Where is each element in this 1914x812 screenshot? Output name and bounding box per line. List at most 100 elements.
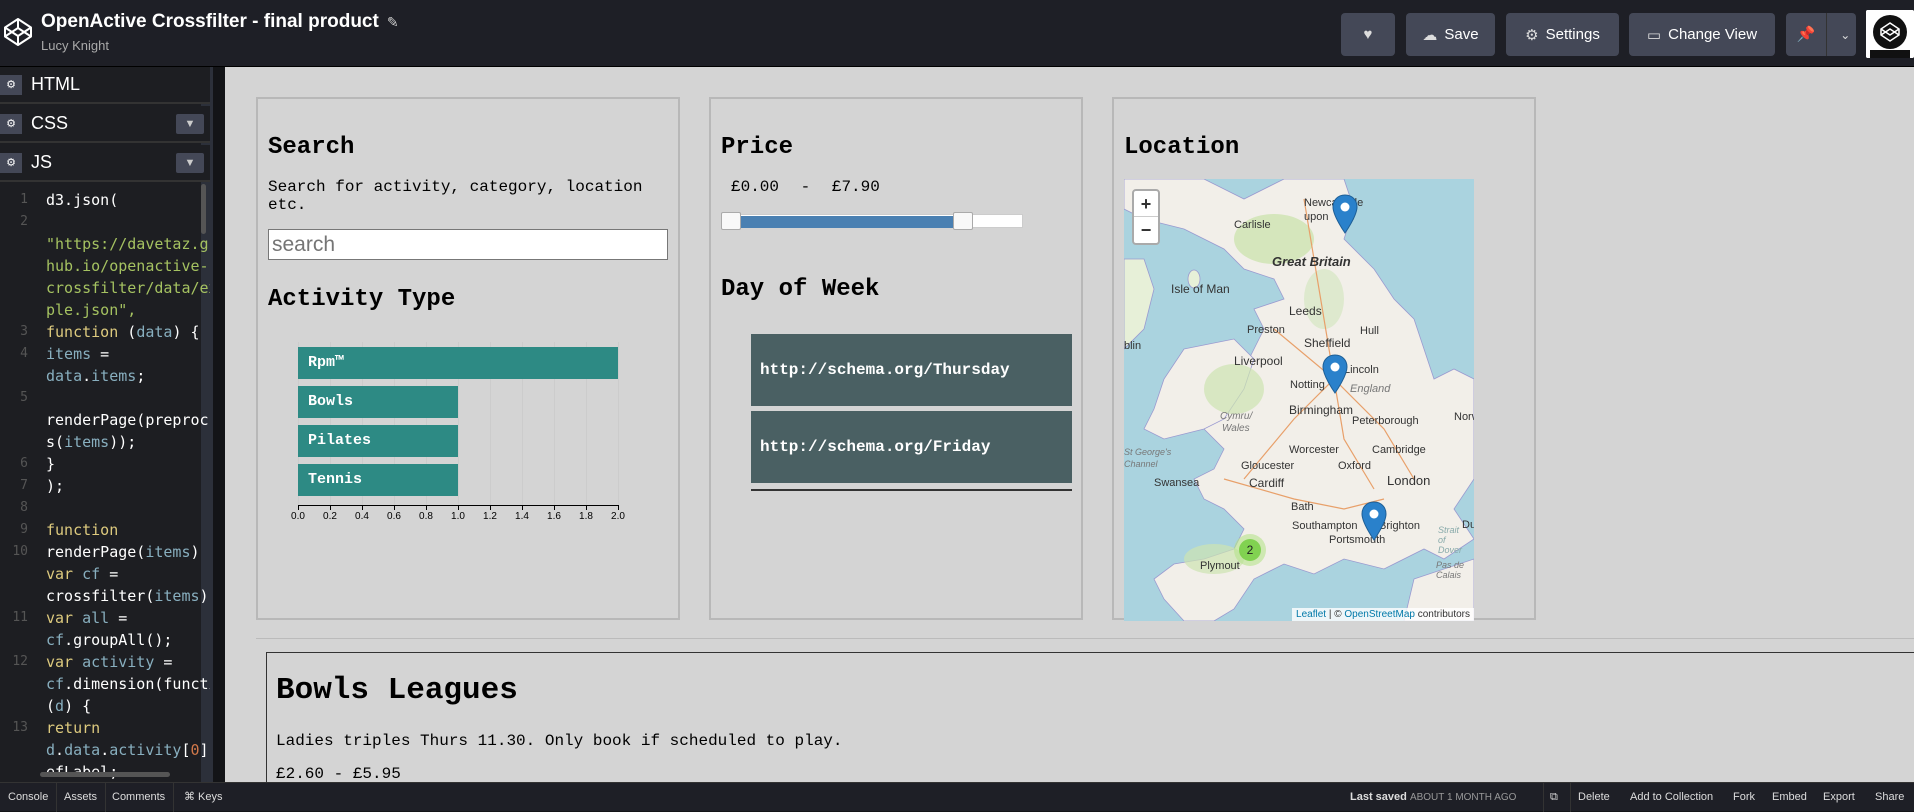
- chevron-down-icon[interactable]: ⌄: [1834, 28, 1856, 42]
- code-text: }: [46, 455, 56, 473]
- price-slider-min-handle[interactable]: [721, 212, 741, 230]
- zoom-in-button[interactable]: +: [1134, 191, 1158, 217]
- code-text: data.items;: [46, 367, 146, 385]
- bottom-bar: Console Assets Comments ⌘ Keys Last save…: [0, 782, 1914, 812]
- zoom-out-button[interactable]: −: [1134, 217, 1158, 243]
- js-settings-icon[interactable]: ⚙: [0, 152, 22, 173]
- html-panel-header[interactable]: ⚙ HTML: [0, 67, 210, 104]
- activity-bar[interactable]: Pilates: [298, 425, 458, 457]
- code-text: function (data) {: [46, 323, 200, 341]
- code-text: cf.dimension(functi: [46, 675, 210, 693]
- search-card: Search Search for activity, category, lo…: [256, 97, 680, 620]
- location-heading: Location: [1124, 134, 1240, 161]
- keys-button[interactable]: ⌘ Keys: [176, 783, 231, 812]
- label-gloucester: Gloucester: [1241, 460, 1295, 472]
- comments-button[interactable]: Comments: [104, 783, 175, 812]
- price-min: £0.00: [731, 178, 780, 196]
- change-view-button[interactable]: ▭ Change View: [1629, 13, 1775, 56]
- share-button[interactable]: Share: [1875, 783, 1904, 812]
- code-text: var all =: [46, 609, 128, 627]
- pin-menu-button[interactable]: 📌 ⌄: [1786, 13, 1856, 56]
- code-text: ple.json",: [46, 301, 137, 319]
- label-lincoln: Lincoln: [1344, 364, 1379, 376]
- user-avatar[interactable]: [1866, 10, 1914, 58]
- save-button[interactable]: ☁ Save: [1406, 13, 1495, 56]
- price-max: £7.90: [831, 178, 880, 196]
- js-chevron-down-icon[interactable]: ▼: [176, 153, 204, 173]
- js-panel-header[interactable]: ⚙ JS ▼: [0, 145, 210, 182]
- line-number: 10: [12, 544, 28, 559]
- pin-icon[interactable]: 📌: [1786, 13, 1828, 56]
- last-saved: Last saved ABOUT 1 MONTH AGO: [1350, 783, 1516, 812]
- pen-author[interactable]: Lucy Knight: [41, 38, 109, 53]
- location-card: Location Newca tle upon Carlisle Great B…: [1112, 97, 1536, 621]
- external-link-icon[interactable]: ⧉: [1550, 783, 1558, 812]
- js-code-area[interactable]: 1 d3.json(2 "https://davetaz.g hub.io/open…: [0, 185, 210, 782]
- settings-button[interactable]: ⚙ Settings: [1506, 13, 1619, 56]
- osm-link[interactable]: OpenStreetMap: [1344, 609, 1415, 620]
- label-isle-of-man: Isle of Man: [1171, 282, 1230, 296]
- label-nottingham: Notting: [1290, 379, 1325, 391]
- css-chevron-down-icon[interactable]: ▼: [176, 114, 204, 134]
- price-separator: -: [800, 178, 811, 196]
- assets-button[interactable]: Assets: [56, 783, 107, 812]
- result-preview: Search Search for activity, category, lo…: [225, 67, 1914, 782]
- line-number: 3: [20, 324, 28, 339]
- codepen-logo-icon[interactable]: [2, 14, 34, 50]
- embed-button[interactable]: Embed: [1772, 783, 1807, 812]
- label-cymru: Cymru/: [1220, 411, 1253, 422]
- pen-title[interactable]: OpenActive Crossfilter - final product ✎: [41, 11, 399, 33]
- map-marker-newcastle[interactable]: [1332, 194, 1358, 234]
- x-tick-label: 0.0: [291, 511, 305, 522]
- label-carlisle: Carlisle: [1234, 219, 1271, 231]
- day-friday[interactable]: http://schema.org/Friday: [751, 411, 1072, 483]
- x-tick-label: 0.6: [387, 511, 401, 522]
- delete-button[interactable]: Delete: [1578, 783, 1610, 812]
- search-heading: Search: [268, 134, 355, 161]
- console-button[interactable]: Console: [0, 783, 58, 812]
- label-preston: Preston: [1247, 324, 1285, 336]
- cloud-icon: ☁: [1422, 26, 1438, 44]
- add-to-collection-button[interactable]: Add to Collection: [1630, 783, 1713, 812]
- map-marker-south[interactable]: [1361, 501, 1387, 541]
- code-vertical-scrollbar[interactable]: [201, 184, 206, 234]
- line-number: 4: [20, 346, 28, 361]
- line-number: 5: [20, 390, 28, 405]
- label-bath: Bath: [1291, 501, 1314, 513]
- label-blin: blin: [1124, 340, 1142, 352]
- export-button[interactable]: Export: [1823, 783, 1855, 812]
- map-marker-cluster[interactable]: 2: [1234, 534, 1266, 566]
- code-text: renderPage(items) {: [46, 543, 210, 561]
- heart-icon: ♥: [1363, 26, 1373, 43]
- result-item[interactable]: Bowls Leagues Ladies triples Thurs 11.30…: [266, 652, 1914, 782]
- code-horizontal-scrollbar[interactable]: [40, 772, 170, 777]
- search-input[interactable]: [268, 229, 668, 260]
- activity-type-heading: Activity Type: [268, 286, 456, 313]
- html-settings-icon[interactable]: ⚙: [0, 74, 22, 95]
- leaflet-link[interactable]: Leaflet: [1296, 609, 1326, 620]
- code-editor: ⚙ HTML ⚙ CSS ▼ ⚙ JS ▼ 1 d3.json(2 "https:…: [0, 67, 213, 782]
- map-attribution: Leaflet | © OpenStreetMap contributors: [1292, 608, 1474, 621]
- js-panel-label: JS: [31, 152, 53, 172]
- change-view-label: Change View: [1668, 26, 1758, 43]
- location-map[interactable]: Newcatle uponne Carlisle Great Britain I…: [1124, 179, 1474, 621]
- activity-bar[interactable]: Rpm™: [298, 347, 618, 379]
- heart-button[interactable]: ♥: [1341, 13, 1395, 56]
- fork-button[interactable]: Fork: [1733, 783, 1755, 812]
- cluster-count: 2: [1239, 539, 1261, 561]
- day-thursday[interactable]: http://schema.org/Thursday: [751, 334, 1072, 406]
- activity-bar[interactable]: Tennis: [298, 464, 458, 496]
- activity-bar[interactable]: Bowls: [298, 386, 458, 418]
- line-number: 9: [20, 522, 28, 537]
- line-number: 7: [20, 478, 28, 493]
- label-birmingham: Birmingham: [1289, 403, 1354, 417]
- line-number: 12: [12, 654, 28, 669]
- code-text: function: [46, 521, 119, 539]
- css-settings-icon[interactable]: ⚙: [0, 113, 22, 134]
- pencil-icon[interactable]: ✎: [387, 14, 399, 30]
- price-slider-max-handle[interactable]: [953, 212, 973, 230]
- css-panel-header[interactable]: ⚙ CSS ▼: [0, 106, 210, 143]
- gear-icon: ⚙: [1525, 26, 1539, 44]
- code-text: d3.json(: [46, 191, 119, 209]
- map-marker-nottingham[interactable]: [1322, 354, 1348, 394]
